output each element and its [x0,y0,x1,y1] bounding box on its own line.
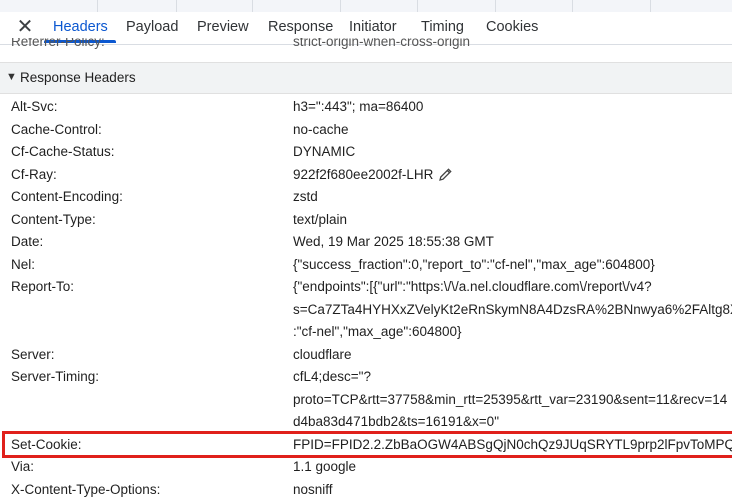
header-row: Via: 1.1 google [0,456,732,479]
tab-headers[interactable]: Headers [53,19,108,35]
header-row: Server: cloudflare [0,344,732,367]
header-value-line: h3=":443"; ma=86400 [293,96,732,119]
header-value[interactable]: nosniff [293,479,732,501]
header-row: Content-Encoding: zstd [0,186,732,209]
header-row: Cf-Ray: 922f2f680ee2002f-LHR [0,164,732,187]
header-value-text: zstd [293,189,318,204]
toolbar-divider [97,0,98,12]
header-value[interactable]: cfL4;desc="? proto=TCP&rtt=37758&min_rtt=… [293,366,732,434]
header-name: Alt-Svc: [11,96,58,119]
response-headers-section-toggle[interactable]: ▼ Response Headers [0,62,732,94]
header-row: Cf-Cache-Status: DYNAMIC [0,141,732,164]
header-name: Referrer-Policy: [11,38,105,49]
header-name: Cache-Control: [11,119,102,142]
header-value-line: proto=TCP&rtt=37758&min_rtt=25395&rtt_va… [293,389,732,412]
clipped-header-row: Referrer-Policy: strict-origin-when-cros… [0,38,732,60]
header-value-text: cfL4;desc="? [293,369,371,384]
header-row: X-Content-Type-Options: nosniff [0,479,732,501]
header-value[interactable]: {"success_fraction":0,"report_to":"cf-ne… [293,254,732,277]
header-value-text: 922f2f680ee2002f-LHR [293,167,433,182]
header-value-text: s=Ca7ZTa4HYHXxZVelyKt2eRnSkymN8A4DzsRA%2… [293,302,732,317]
tab-response[interactable]: Response [268,19,333,35]
header-value[interactable]: 922f2f680ee2002f-LHR [293,164,732,187]
header-value-text: cloudflare [293,347,352,362]
highlight-box [2,431,732,458]
toolbar-divider [176,0,177,12]
header-value[interactable]: Wed, 19 Mar 2025 18:55:38 GMT [293,231,732,254]
header-value-line: text/plain [293,209,732,232]
header-value[interactable]: 1.1 google [293,456,732,479]
header-name: Cf-Ray: [11,164,57,187]
header-value[interactable]: strict-origin-when-cross-origin [293,38,470,49]
header-value-text: no-cache [293,122,349,137]
header-value[interactable]: cloudflare [293,344,732,367]
header-value-text: d4ba83d471bdb2&ts=16191&x=0" [293,414,499,429]
header-row: Date: Wed, 19 Mar 2025 18:55:38 GMT [0,231,732,254]
header-value-line: cloudflare [293,344,732,367]
section-title: Response Headers [20,70,136,85]
triangle-down-icon: ▼ [6,71,17,83]
toolbar-divider [572,0,573,12]
header-value-text: text/plain [293,212,347,227]
header-row: Report-To: {"endpoints":[{"url":"https:\/… [0,276,732,344]
header-value[interactable]: no-cache [293,119,732,142]
tab-timing[interactable]: Timing [421,19,464,35]
header-value-text: nosniff [293,482,333,497]
header-row: Server-Timing: cfL4;desc="? proto=TCP&rtt=… [0,366,732,434]
header-row: Content-Type: text/plain [0,209,732,232]
header-name: Server: [11,344,55,367]
header-name: X-Content-Type-Options: [11,479,160,501]
header-value-line: Wed, 19 Mar 2025 18:55:38 GMT [293,231,732,254]
header-value-text: 1.1 google [293,459,356,474]
header-value-line: nosniff [293,479,732,501]
header-value-line: DYNAMIC [293,141,732,164]
header-value[interactable]: text/plain [293,209,732,232]
header-value-text: :"cf-nel","max_age":604800} [293,324,462,339]
header-name: Content-Type: [11,209,96,232]
header-value-line: no-cache [293,119,732,142]
header-name: Cf-Cache-Status: [11,141,115,164]
header-value-line: {"endpoints":[{"url":"https:\/\/a.nel.cl… [293,276,732,299]
header-name: Content-Encoding: [11,186,123,209]
header-row: Cache-Control: no-cache [0,119,732,142]
toolbar-divider [495,0,496,12]
header-value-text: {"success_fraction":0,"report_to":"cf-ne… [293,257,655,272]
header-value[interactable]: h3=":443"; ma=86400 [293,96,732,119]
header-name: Date: [11,231,43,254]
header-value-line: s=Ca7ZTa4HYHXxZVelyKt2eRnSkymN8A4DzsRA%2… [293,299,732,322]
header-value-line: {"success_fraction":0,"report_to":"cf-ne… [293,254,732,277]
header-value-line: :"cf-nel","max_age":604800} [293,321,732,344]
header-value-text: proto=TCP&rtt=37758&min_rtt=25395&rtt_va… [293,392,727,407]
header-value-line: zstd [293,186,732,209]
tab-payload[interactable]: Payload [126,19,178,35]
header-value-text: Wed, 19 Mar 2025 18:55:38 GMT [293,234,494,249]
header-name: Nel: [11,254,35,277]
header-row: Nel: {"success_fraction":0,"report_to":"c… [0,254,732,277]
header-name: Via: [11,456,34,479]
toolbar-divider [340,0,341,12]
header-value-line: cfL4;desc="? [293,366,732,389]
toolbar-divider [252,0,253,12]
toolbar-divider [417,0,418,12]
header-value-text: DYNAMIC [293,144,355,159]
toolbar-divider [650,0,651,12]
close-icon[interactable]: ✕ [14,16,36,38]
tab-cookies[interactable]: Cookies [486,19,538,35]
header-value-line: 1.1 google [293,456,732,479]
header-value-line: 922f2f680ee2002f-LHR [293,164,732,187]
header-value[interactable]: {"endpoints":[{"url":"https:\/\/a.nel.cl… [293,276,732,344]
header-value[interactable]: zstd [293,186,732,209]
pencil-icon[interactable] [439,166,452,187]
header-value-text: {"endpoints":[{"url":"https:\/\/a.nel.cl… [293,279,652,294]
tab-initiator[interactable]: Initiator [349,19,397,35]
header-name: Report-To: [11,276,74,299]
header-value[interactable]: DYNAMIC [293,141,732,164]
header-name: Server-Timing: [11,366,99,389]
tab-preview[interactable]: Preview [197,19,249,35]
header-value-text: h3=":443"; ma=86400 [293,99,423,114]
header-row: Alt-Svc: h3=":443"; ma=86400 [0,96,732,119]
